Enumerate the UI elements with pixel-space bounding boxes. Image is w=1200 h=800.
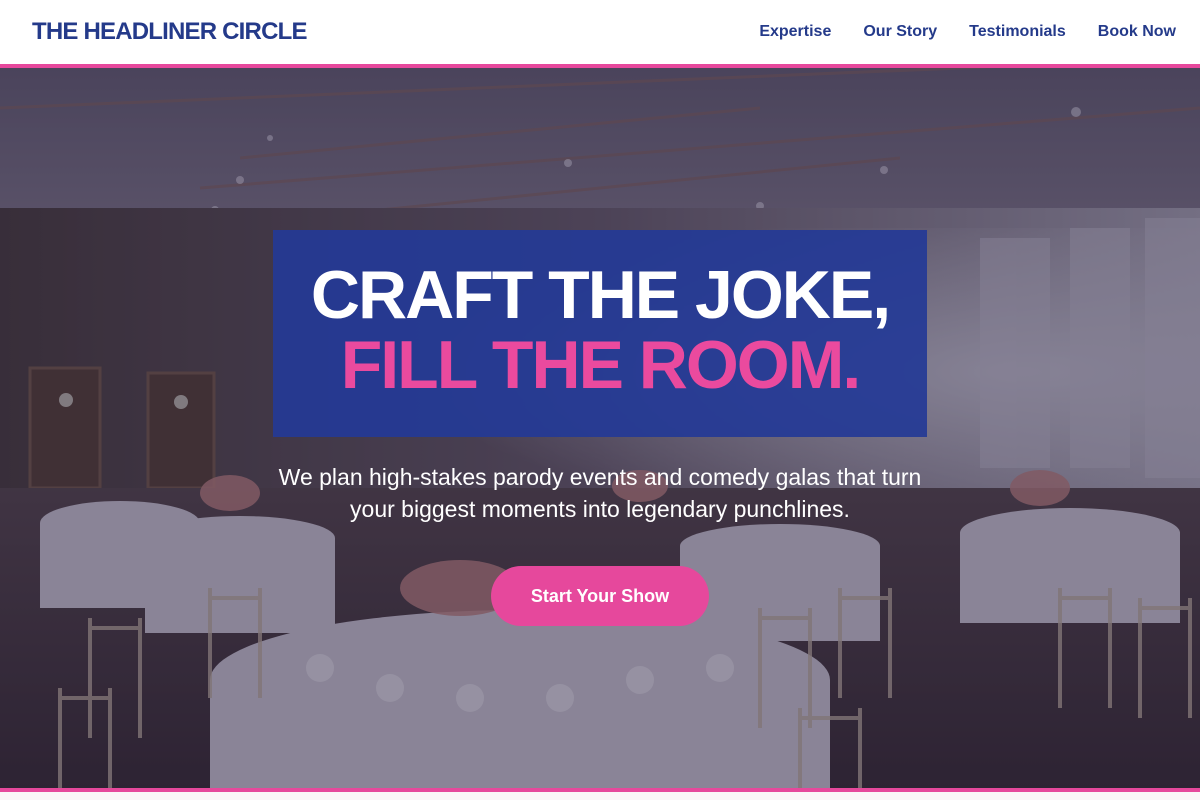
nav-link-testimonials[interactable]: Testimonials <box>969 23 1066 41</box>
nav-link-expertise[interactable]: Expertise <box>759 23 831 41</box>
headline-panel: CRAFT THE JOKE, FILL THE ROOM. <box>273 230 927 437</box>
header-accent-rule <box>0 64 1200 68</box>
hero-bottom-accent-rule <box>0 788 1200 792</box>
hero-section: CRAFT THE JOKE, FILL THE ROOM. We plan h… <box>0 68 1200 788</box>
headline-line-1: CRAFT THE JOKE, <box>310 257 891 333</box>
hero-headline: CRAFT THE JOKE, FILL THE ROOM. <box>273 260 927 400</box>
brand-logo-link[interactable]: THE HEADLINER CIRCLE <box>32 18 307 46</box>
next-section-edge <box>0 792 1200 800</box>
nav-link-book-now[interactable]: Book Now <box>1098 23 1176 41</box>
site-header: THE HEADLINER CIRCLE Expertise Our Story… <box>0 0 1200 64</box>
start-your-show-button[interactable]: Start Your Show <box>491 566 709 626</box>
subtitle-line-1: We plan high-stakes parody events and co… <box>278 464 922 490</box>
nav-link-our-story[interactable]: Our Story <box>863 23 937 41</box>
subtitle-line-2: your biggest moments into legendary punc… <box>350 496 850 522</box>
hero-subtitle: We plan high-stakes parody events and co… <box>250 461 950 525</box>
main-nav: Expertise Our Story Testimonials Book No… <box>759 23 1176 41</box>
page: THE HEADLINER CIRCLE Expertise Our Story… <box>0 0 1200 800</box>
headline-line-2: FILL THE ROOM. <box>340 327 862 403</box>
